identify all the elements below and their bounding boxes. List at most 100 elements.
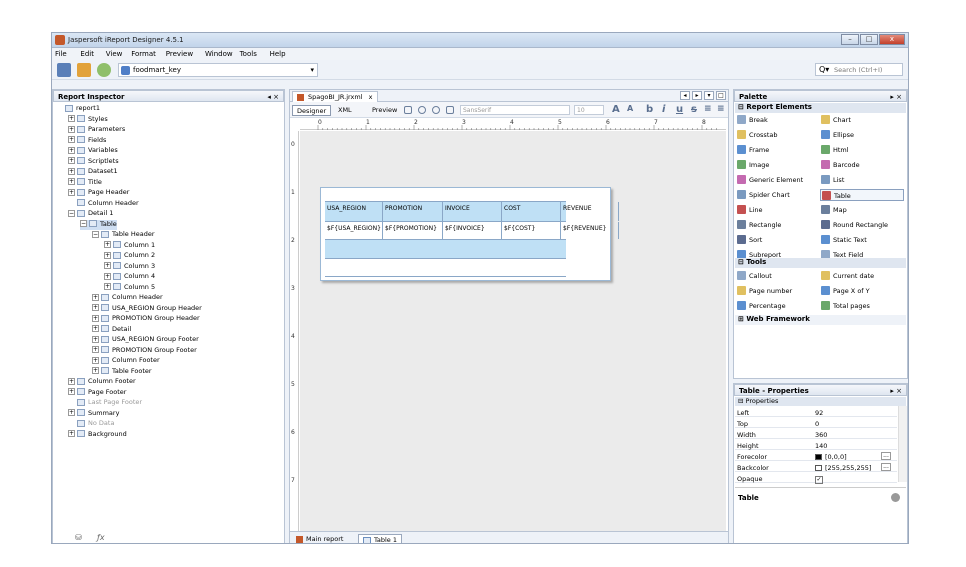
palette-item-generic-element[interactable]: Generic Element [736, 174, 820, 186]
expand-icon[interactable]: + [104, 283, 111, 290]
tree-item[interactable]: + Column 2 [104, 251, 155, 261]
tree-item[interactable]: + Summary [68, 409, 119, 419]
column-header-cell[interactable]: COST [502, 202, 561, 221]
tree-item[interactable]: − Detail 1 [68, 209, 113, 219]
field-cell[interactable]: $F{COST} [502, 222, 561, 239]
field-cell[interactable]: $F{USA_REGION} [325, 222, 383, 239]
property-value[interactable]: 140 [815, 442, 827, 450]
column-header-cell[interactable]: USA_REGION [325, 202, 383, 221]
zoom-out-icon[interactable] [432, 106, 440, 114]
palette-item-static-text[interactable]: Static Text [820, 234, 904, 246]
menu-format[interactable]: Format [131, 50, 156, 58]
expand-icon[interactable]: + [68, 115, 75, 122]
tree-item[interactable]: + Column 1 [104, 241, 155, 251]
property-value[interactable]: [0,0,0] [815, 453, 847, 461]
collapse-icon[interactable]: − [68, 209, 75, 217]
tree-item[interactable]: + Column Header [92, 293, 163, 303]
expand-icon[interactable]: + [68, 125, 75, 133]
tree-item[interactable]: + Scriptlets [68, 157, 119, 167]
collapse-icon[interactable]: − [92, 230, 99, 238]
datasource-combo[interactable]: foodmart_key ▾ [118, 63, 318, 77]
designer-button[interactable]: Designer [292, 105, 332, 116]
palette-item-spider-chart[interactable]: Spider Chart [736, 189, 820, 201]
zoom-in-icon[interactable] [418, 106, 426, 114]
expand-icon[interactable]: + [104, 262, 111, 269]
panel-controls-icon[interactable]: ▸ × [890, 93, 902, 101]
palette-item-ellipse[interactable]: Ellipse [820, 129, 904, 141]
datasource-footer-icon[interactable]: ⛁ [75, 533, 82, 542]
tab-spagobi-jrxml[interactable]: SpagoBI_JR.jrxml x [292, 91, 379, 102]
menu-edit[interactable]: Edit [80, 50, 94, 58]
expand-icon[interactable]: + [68, 146, 75, 154]
tree-item[interactable]: + PROMOTION Group Footer [92, 346, 197, 356]
palette-item-image[interactable]: Image [736, 159, 820, 171]
undo-icon[interactable] [77, 63, 91, 77]
menu-window[interactable]: Window [205, 50, 233, 58]
field-cell[interactable]: $F{REVENUE} [561, 222, 619, 239]
opaque-checkbox[interactable]: ✓ [815, 476, 823, 484]
palette-item-callout[interactable]: Callout [736, 270, 820, 282]
tree-item[interactable]: + Page Footer [68, 388, 126, 398]
tab-list-icon[interactable]: ▾ [704, 91, 714, 100]
palette-item-chart[interactable]: Chart [820, 114, 904, 126]
palette-item-map[interactable]: Map [820, 204, 904, 216]
properties-scrollbar[interactable] [898, 406, 907, 482]
collapse-icon[interactable]: − [80, 220, 87, 227]
tab-main-report[interactable]: Main report [292, 534, 347, 543]
expand-icon[interactable]: + [104, 251, 111, 259]
menu-help[interactable]: Help [270, 50, 286, 58]
tree-item[interactable]: + Title [68, 178, 102, 188]
table-element[interactable]: USA_REGION PROMOTION INVOICE COST REVENUE $F… [320, 187, 619, 281]
palette-item-current-date[interactable]: Current date [820, 270, 904, 282]
palette-item-sort[interactable]: Sort [736, 234, 820, 246]
tree-item[interactable]: + Fields [68, 136, 106, 146]
tree-item[interactable]: + Background [68, 430, 127, 440]
fit-icon[interactable] [404, 106, 412, 114]
tree-item[interactable]: + Column 3 [104, 262, 155, 272]
underline-icon[interactable]: u [676, 104, 683, 115]
property-row-forecolor[interactable]: Forecolor... [0,0,0] [735, 452, 897, 461]
section-web-framework[interactable]: ⊞ Web Framework [735, 315, 906, 325]
design-canvas[interactable]: USA_REGION PROMOTION INVOICE COST REVENUE $F… [300, 131, 726, 531]
palette-item-html[interactable]: Html [820, 144, 904, 156]
tree-item[interactable]: + Parameters [68, 125, 125, 135]
tree-item[interactable]: − Table Header [92, 230, 155, 240]
snap-icon[interactable] [446, 106, 454, 114]
palette-item-page-number[interactable]: Page number [736, 285, 820, 297]
tree-item[interactable]: + Column 4 [104, 272, 155, 282]
tree-line-icon[interactable] [68, 420, 75, 427]
expand-icon[interactable]: + [68, 157, 75, 164]
tree-item[interactable]: − Table [80, 219, 117, 230]
property-row-top[interactable]: Top 0 [735, 419, 897, 428]
expression-icon[interactable]: ƒx [97, 533, 105, 542]
expand-icon[interactable]: + [92, 356, 99, 364]
expand-icon[interactable]: + [68, 188, 75, 196]
tree-item[interactable]: + Column 5 [104, 283, 155, 293]
decrease-font-icon[interactable]: A [627, 104, 633, 113]
preview-button[interactable]: Preview [372, 106, 397, 114]
palette-item-rectangle[interactable]: Rectangle [736, 219, 820, 231]
tree-item[interactable]: + USA_REGION Group Header [92, 304, 202, 314]
field-cell[interactable]: $F{INVOICE} [443, 222, 502, 239]
palette-item-barcode[interactable]: Barcode [820, 159, 904, 171]
expand-icon[interactable]: + [68, 167, 75, 175]
tree-item[interactable]: + Table Footer [92, 367, 152, 377]
menu-tools[interactable]: Tools [240, 50, 257, 58]
tree-item[interactable]: + Variables [68, 146, 118, 156]
palette-item-table[interactable]: Table [820, 189, 904, 201]
menu-file[interactable]: File [55, 50, 67, 58]
tree-item[interactable]: Last Page Footer [68, 398, 142, 408]
palette-item-page-x-of-y[interactable]: Page X of Y [820, 285, 904, 297]
open-icon[interactable] [57, 63, 71, 77]
palette-item-total-pages[interactable]: Total pages [820, 300, 904, 312]
align-left-icon[interactable]: ≡ [704, 104, 712, 114]
tab-table-1[interactable]: Table 1 [358, 534, 403, 543]
expand-icon[interactable]: + [68, 136, 75, 143]
tree-item[interactable]: + USA_REGION Group Footer [92, 335, 199, 345]
expand-icon[interactable]: + [92, 314, 99, 322]
expand-icon[interactable]: + [92, 304, 99, 311]
expand-icon[interactable]: + [104, 272, 111, 280]
tree-item[interactable]: + Dataset1 [68, 167, 118, 177]
expand-icon[interactable]: + [68, 430, 75, 437]
expand-icon[interactable]: + [92, 335, 99, 343]
